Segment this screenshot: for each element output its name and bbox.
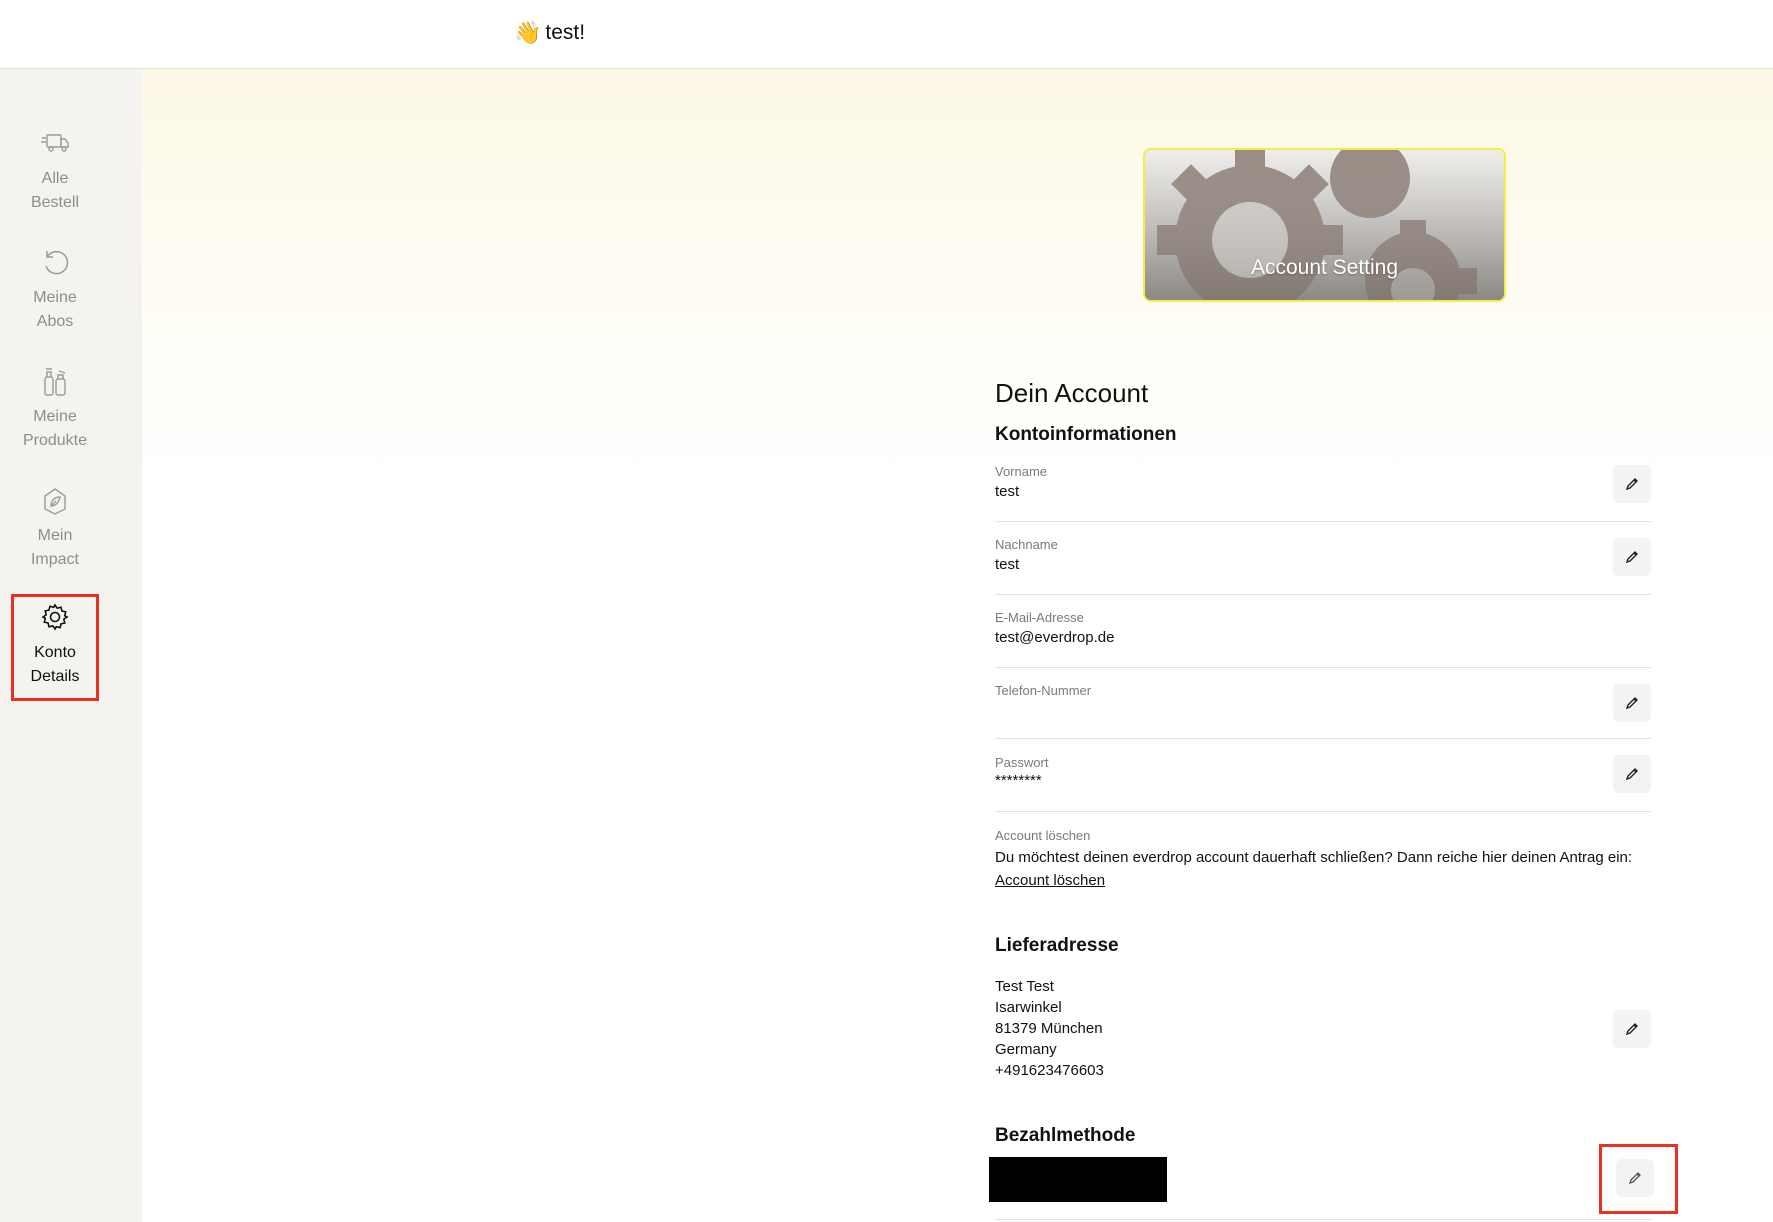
waving-hand-icon: 👋: [514, 20, 542, 45]
edit-last-name-button[interactable]: [1613, 538, 1651, 576]
sidebar-item-products[interactable]: Meine Produkte: [12, 361, 98, 465]
pencil-icon: [1625, 697, 1638, 710]
sidebar-item-subscriptions[interactable]: Meine Abos: [12, 242, 98, 346]
sidebar-item-account-details[interactable]: Konto Details: [11, 594, 99, 701]
delete-account-text: Du möchtest deinen everdrop account daue…: [995, 849, 1633, 866]
divider: [995, 738, 1651, 739]
edit-first-name-button[interactable]: [1613, 465, 1651, 503]
field-value: ********: [995, 772, 1042, 789]
sidebar-item-label: Meine: [33, 408, 77, 425]
pencil-icon: [1625, 478, 1638, 491]
divider: [995, 521, 1651, 522]
sidebar-item-label: Mein: [37, 527, 73, 544]
section-title-account-info: Kontoinformationen: [995, 424, 1177, 445]
sidebar-item-label: Bestell: [30, 194, 80, 211]
redacted-payment-info: [989, 1157, 1167, 1202]
sidebar-item-label: Produkte: [22, 432, 88, 449]
field-last-name: Nachname test: [995, 537, 1651, 573]
greeting-text: test!: [545, 21, 586, 44]
field-label: Nachname: [995, 537, 1058, 552]
sidebar-item-label: Meine: [33, 289, 77, 306]
address-line: Test Test: [995, 978, 1054, 995]
field-label: Vorname: [995, 464, 1048, 479]
refresh-icon: [45, 250, 69, 275]
address-line: 81379 München: [995, 1020, 1103, 1037]
truck-icon: [41, 134, 69, 152]
field-value: test: [995, 556, 1020, 573]
pencil-icon: [1625, 551, 1638, 564]
field-label: Passwort: [995, 755, 1049, 770]
field-phone: Telefon-Nummer: [995, 683, 1651, 702]
field-email: E-Mail-Adresse test@everdrop.de: [995, 610, 1651, 646]
field-password: Passwort ********: [995, 755, 1651, 789]
sidebar-item-label: Konto: [34, 644, 76, 661]
field-label: E-Mail-Adresse: [995, 610, 1084, 625]
edit-password-button[interactable]: [1613, 755, 1651, 793]
divider: [995, 1219, 1651, 1220]
sidebar-item-label: Abos: [36, 313, 74, 330]
sidebar-item-impact[interactable]: Mein Impact: [12, 480, 98, 584]
field-value: test@everdrop.de: [995, 629, 1115, 646]
field-first-name: Vorname test: [995, 464, 1651, 500]
sidebar-item-orders[interactable]: Alle Bestell: [12, 123, 98, 227]
divider: [995, 594, 1651, 595]
delete-account-link[interactable]: Account löschen: [995, 872, 1105, 889]
top-bar: 👋 test!: [0, 0, 1773, 69]
field-label: Account löschen: [995, 828, 1091, 843]
shipping-address: Test Test Isarwinkel 81379 München Germa…: [995, 976, 1104, 1081]
highlight-box: [1599, 1144, 1678, 1214]
account-setting-banner: Account Setting: [1143, 148, 1506, 302]
delete-account-section: Account löschen Du möchtest deinen everd…: [995, 828, 1651, 890]
field-label: Telefon-Nummer: [995, 683, 1092, 698]
section-title-payment: Bezahlmethode: [995, 1125, 1136, 1146]
sidebar: Alle Bestell Meine Abos Meine Produkte M…: [0, 69, 142, 1222]
pencil-icon: [1625, 1023, 1638, 1036]
divider: [995, 667, 1651, 668]
divider: [995, 811, 1651, 812]
sidebar-item-label: Details: [30, 668, 80, 685]
address-line: +491623476603: [995, 1062, 1104, 1079]
edit-phone-button[interactable]: [1613, 684, 1651, 722]
gear-icon: [41, 603, 69, 631]
sidebar-item-label: Impact: [30, 551, 79, 568]
bottles-icon: [44, 368, 66, 396]
sidebar-item-label: Alle: [41, 170, 69, 187]
section-title-shipping: Lieferadresse: [995, 935, 1119, 956]
page-title: Dein Account: [995, 378, 1149, 408]
address-line: Isarwinkel: [995, 999, 1062, 1016]
edit-shipping-address-button[interactable]: [1613, 1010, 1651, 1048]
address-line: Germany: [995, 1041, 1057, 1058]
leaf-icon: [44, 488, 66, 515]
field-value: test: [995, 483, 1020, 500]
greeting: 👋 test!: [514, 20, 585, 46]
pencil-icon: [1625, 768, 1638, 781]
banner-title: Account Setting: [1250, 256, 1399, 279]
